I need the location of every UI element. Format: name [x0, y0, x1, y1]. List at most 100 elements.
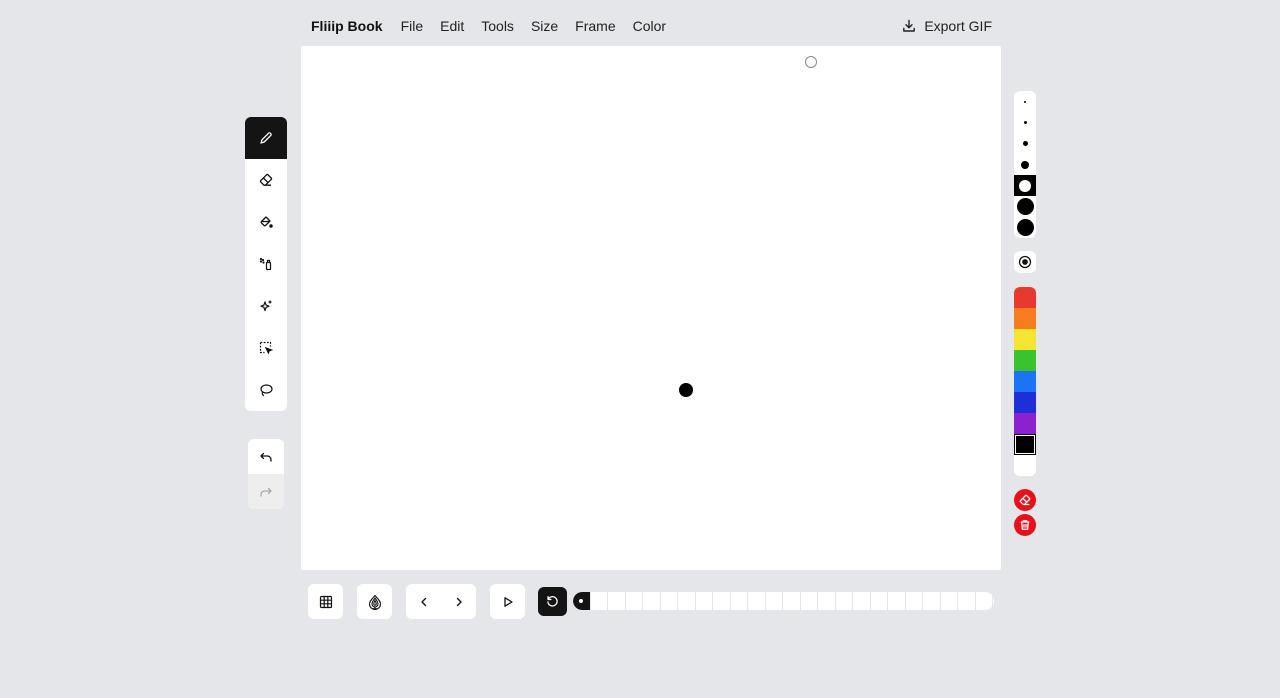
- frame-cell[interactable]: [801, 592, 818, 610]
- grid-icon: [319, 595, 332, 608]
- menu-color[interactable]: Color: [633, 18, 666, 34]
- frame-cell[interactable]: [888, 592, 906, 610]
- chevron-left-icon: [420, 597, 426, 606]
- brush-size-7[interactable]: [1014, 217, 1036, 238]
- eraser-tool-button[interactable]: [245, 159, 287, 201]
- redo-button[interactable]: [248, 474, 284, 509]
- play-icon: [503, 596, 513, 607]
- menu-file[interactable]: File: [401, 18, 424, 34]
- brush-size-5[interactable]: [1014, 175, 1036, 196]
- menu-tools[interactable]: Tools: [481, 18, 514, 34]
- frame-cell[interactable]: [713, 592, 731, 610]
- swatch-orange[interactable]: [1014, 308, 1036, 329]
- frame-cell[interactable]: [678, 592, 696, 610]
- menu-frame[interactable]: Frame: [575, 18, 615, 34]
- frame-cell[interactable]: [608, 592, 626, 610]
- frame-cell[interactable]: [643, 592, 661, 610]
- size-dot: [1022, 141, 1028, 146]
- swatch-red[interactable]: [1014, 287, 1036, 308]
- swatch-indigo[interactable]: [1014, 392, 1036, 413]
- drawn-dot: [679, 383, 693, 397]
- menu-size[interactable]: Size: [531, 18, 558, 34]
- frame-cell[interactable]: [766, 592, 783, 610]
- drawing-canvas[interactable]: [301, 46, 1001, 570]
- brush-size-6[interactable]: [1014, 196, 1036, 217]
- frame-cell[interactable]: [836, 592, 853, 610]
- size-dot: [1019, 179, 1031, 192]
- prev-frame-button[interactable]: [406, 584, 441, 619]
- brush-size-2[interactable]: [1014, 112, 1036, 133]
- trash-icon: [1020, 520, 1030, 530]
- target-icon: [1018, 255, 1032, 269]
- frame-cell[interactable]: [958, 592, 976, 610]
- frame-content-dot: [579, 599, 584, 603]
- loop-button[interactable]: [538, 587, 567, 616]
- brush-size-picker: [1014, 91, 1036, 238]
- loop-icon: [547, 596, 558, 607]
- brush-size-1[interactable]: [1014, 91, 1036, 112]
- play-button[interactable]: [490, 584, 525, 619]
- redo-icon: [260, 487, 272, 497]
- clear-frame-button[interactable]: [1014, 489, 1036, 511]
- history-controls: [248, 439, 284, 509]
- lasso-tool-button[interactable]: [245, 369, 287, 411]
- swatch-green[interactable]: [1014, 350, 1036, 371]
- onion-skin-button[interactable]: [357, 584, 392, 619]
- swatch-yellow[interactable]: [1014, 329, 1036, 350]
- fill-tool-button[interactable]: [245, 201, 287, 243]
- export-gif-button[interactable]: Export GIF: [902, 15, 992, 37]
- frame-nav: [406, 584, 476, 619]
- frame-cell[interactable]: [573, 592, 591, 610]
- size-dot: [1016, 219, 1034, 236]
- clear-eraser-icon: [1019, 494, 1031, 506]
- frame-cell[interactable]: [923, 592, 941, 610]
- download-icon: [903, 19, 916, 32]
- select-tool-button[interactable]: [245, 327, 287, 369]
- chevron-right-icon: [456, 597, 462, 606]
- swatch-white[interactable]: [1014, 455, 1036, 476]
- frame-cell[interactable]: [976, 592, 993, 610]
- frame-cell[interactable]: [591, 592, 608, 610]
- frame-cell[interactable]: [941, 592, 958, 610]
- swatch-blue[interactable]: [1014, 371, 1036, 392]
- brush-cursor: [805, 56, 817, 68]
- sparkle-icon: [260, 300, 272, 312]
- frame-cell[interactable]: [731, 592, 748, 610]
- pen-icon: [260, 132, 272, 144]
- spray-can-icon: [259, 257, 272, 271]
- pen-tool-button[interactable]: [245, 117, 287, 159]
- frame-cell[interactable]: [748, 592, 766, 610]
- menu-bar: Fliiip Book File Edit Tools Size Frame C…: [311, 14, 683, 38]
- lasso-icon: [260, 384, 273, 397]
- sparkle-tool-button[interactable]: [245, 285, 287, 327]
- undo-button[interactable]: [248, 439, 284, 474]
- frame-cell[interactable]: [626, 592, 643, 610]
- onion-skin-icon: [368, 594, 381, 610]
- frame-timeline: [573, 592, 994, 610]
- tool-palette: [245, 117, 287, 411]
- size-dot: [1016, 198, 1034, 215]
- frame-cell[interactable]: [661, 592, 678, 610]
- export-gif-label: Export GIF: [924, 18, 992, 34]
- delete-frame-button[interactable]: [1014, 514, 1036, 536]
- frame-cell[interactable]: [853, 592, 871, 610]
- frame-cell[interactable]: [906, 592, 923, 610]
- frame-cell[interactable]: [783, 592, 801, 610]
- brush-size-3[interactable]: [1014, 133, 1036, 154]
- swatch-purple[interactable]: [1014, 413, 1036, 434]
- frame-cell[interactable]: [696, 592, 713, 610]
- next-frame-button[interactable]: [441, 584, 476, 619]
- brush-size-4[interactable]: [1014, 154, 1036, 175]
- eraser-icon: [259, 173, 273, 186]
- grid-button[interactable]: [308, 584, 343, 619]
- frame-cell[interactable]: [818, 592, 836, 610]
- brush-mode-button[interactable]: [1014, 251, 1036, 273]
- select-icon: [259, 341, 273, 355]
- spray-tool-button[interactable]: [245, 243, 287, 285]
- color-palette: [1014, 287, 1036, 476]
- swatch-black[interactable]: [1014, 434, 1036, 455]
- frame-cell[interactable]: [871, 592, 888, 610]
- undo-icon: [260, 452, 272, 462]
- menu-edit[interactable]: Edit: [440, 18, 464, 34]
- size-dot: [1023, 121, 1027, 124]
